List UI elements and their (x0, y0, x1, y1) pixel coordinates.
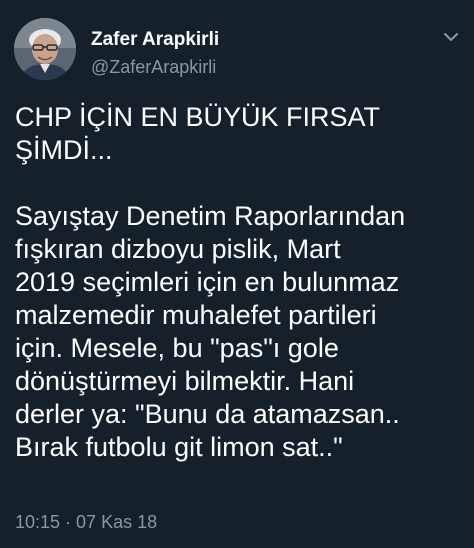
tweet-text: CHP İÇİN EN BÜYÜK FIRSAT ŞİMDİ... Sayışt… (15, 102, 406, 462)
author-handle[interactable]: @ZaferArapkirli (91, 57, 216, 78)
tweet-card: Zafer Arapkirli @ZaferArapkirli CHP İÇİN… (0, 0, 474, 548)
profile-photo (14, 18, 76, 80)
avatar[interactable] (14, 18, 76, 80)
chevron-down-icon[interactable] (440, 26, 462, 48)
author-display-name[interactable]: Zafer Arapkirli (91, 29, 219, 51)
tweet-timestamp[interactable]: 10:15 · 07 Kas 18 (15, 512, 157, 533)
